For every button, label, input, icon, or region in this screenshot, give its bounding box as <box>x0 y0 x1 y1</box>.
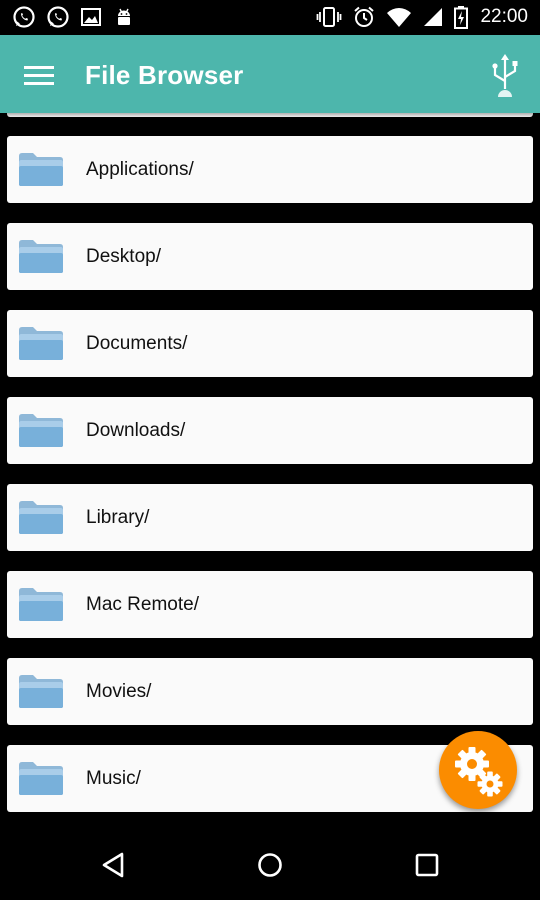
folder-name: Mac Remote/ <box>86 594 199 615</box>
folder-name: Applications/ <box>86 159 194 180</box>
folder-name: Music/ <box>86 768 141 789</box>
home-icon[interactable] <box>255 850 285 880</box>
folder-name: Movies/ <box>86 681 152 702</box>
folder-icon <box>18 151 64 187</box>
folder-icon <box>18 760 64 796</box>
folder-name: Desktop/ <box>86 246 161 267</box>
list-item[interactable]: Library/ <box>7 484 533 551</box>
whatsapp-icon <box>13 6 35 28</box>
folder-icon <box>18 412 64 448</box>
folder-list: Applications/ Desktop/ Documents/ Downlo… <box>0 113 540 825</box>
battery-icon <box>454 6 469 29</box>
folder-icon <box>18 586 64 622</box>
usb-icon[interactable] <box>488 53 522 99</box>
alarm-icon <box>354 6 375 27</box>
gears-icon <box>455 747 503 797</box>
navigation-bar <box>0 825 540 900</box>
hamburger-menu-icon[interactable] <box>24 64 54 86</box>
status-bar: 22:00 <box>0 0 540 35</box>
folder-icon <box>18 673 64 709</box>
system-status-icons: 22:00 <box>316 5 528 29</box>
list-item[interactable]: Desktop/ <box>7 223 533 290</box>
list-item[interactable]: Documents/ <box>7 310 533 377</box>
whatsapp-icon <box>47 6 69 28</box>
wifi-icon <box>387 8 412 27</box>
page-title: File Browser <box>85 60 244 90</box>
folder-icon <box>18 238 64 274</box>
app-bar: File Browser <box>0 35 540 113</box>
recents-icon[interactable] <box>412 850 442 880</box>
folder-icon <box>18 499 64 535</box>
list-item[interactable]: Applications/ <box>7 136 533 203</box>
folder-name: Downloads/ <box>86 420 186 441</box>
list-item[interactable]: Movies/ <box>7 658 533 725</box>
folder-name: Library/ <box>86 507 150 528</box>
signal-icon <box>424 8 443 26</box>
list-item[interactable] <box>7 113 533 117</box>
folder-name: Documents/ <box>86 333 188 354</box>
folder-icon <box>18 325 64 361</box>
notification-icons <box>12 5 136 29</box>
settings-fab[interactable] <box>439 731 517 809</box>
list-item[interactable]: Mac Remote/ <box>7 571 533 638</box>
android-icon <box>118 8 130 25</box>
back-icon[interactable] <box>98 850 128 880</box>
list-item[interactable]: Downloads/ <box>7 397 533 464</box>
image-icon <box>81 8 101 26</box>
vibrate-icon <box>317 7 342 27</box>
status-time: 22:00 <box>480 6 528 27</box>
